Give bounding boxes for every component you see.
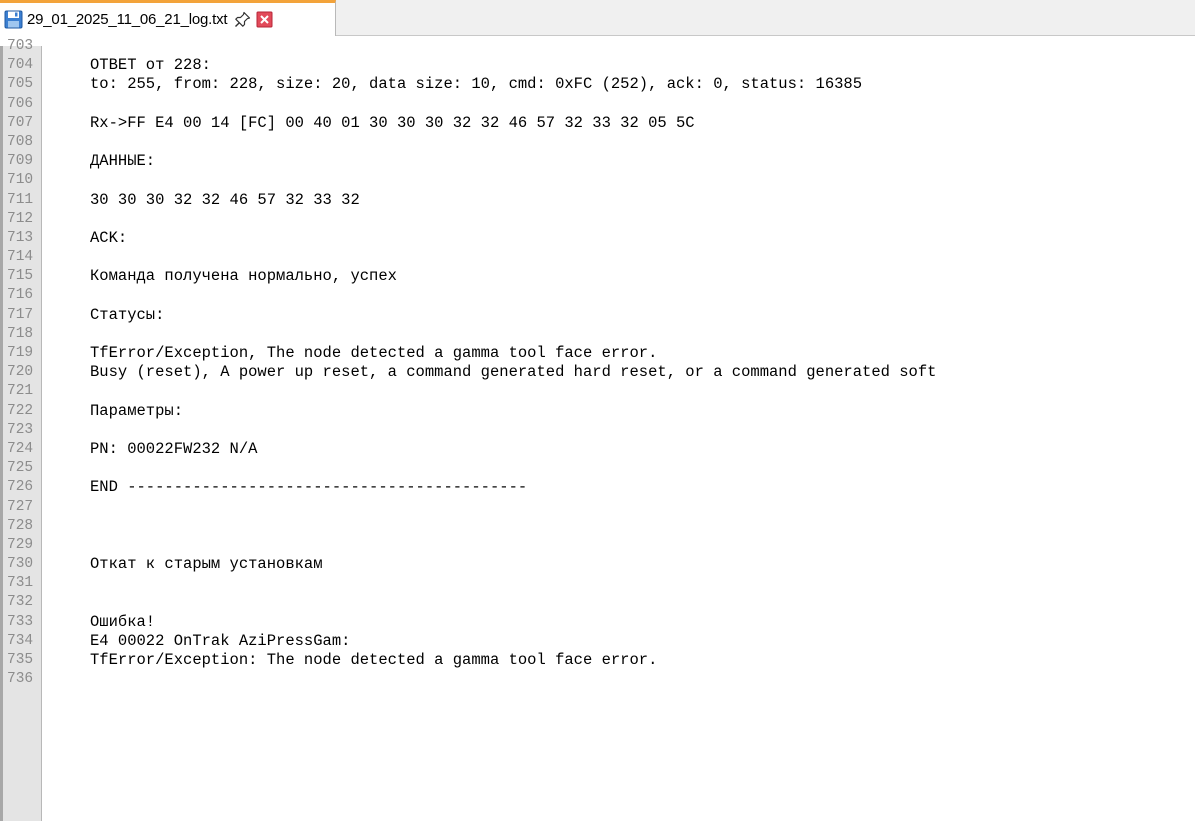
editor-line[interactable]: 714 bbox=[0, 248, 1195, 267]
line-number: 710 bbox=[7, 172, 34, 189]
line-number: 736 bbox=[7, 671, 34, 688]
editor-line[interactable]: 719 TfError/Exception, The node detected … bbox=[0, 344, 1195, 363]
editor-line[interactable]: 704 ОТВЕТ от 228: bbox=[0, 56, 1195, 75]
line-number: 723 bbox=[7, 421, 34, 438]
editor-line[interactable]: 715 Команда получена нормально, успех bbox=[0, 267, 1195, 286]
line-number: 731 bbox=[7, 575, 34, 592]
line-text[interactable]: ACK: bbox=[90, 229, 127, 248]
editor-line[interactable]: 706 bbox=[0, 95, 1195, 114]
editor-line[interactable]: 716 bbox=[0, 286, 1195, 305]
line-text[interactable]: PN: 00022FW232 N/A bbox=[90, 440, 257, 459]
editor-line[interactable]: 727 bbox=[0, 498, 1195, 517]
line-number: 707 bbox=[7, 114, 34, 131]
line-number: 703 bbox=[7, 38, 34, 54]
editor-line[interactable]: 717 Статусы: bbox=[0, 306, 1195, 325]
editor-lines[interactable]: 703 704 ОТВЕТ от 228: 705 to: 255, from: 228… bbox=[0, 37, 1195, 689]
line-text[interactable]: Rx->FF E4 00 14 [FC] 00 40 01 30 30 30 3… bbox=[90, 114, 695, 133]
editor-line[interactable]: 723 bbox=[0, 421, 1195, 440]
file-tab[interactable]: 29_01_2025_11_06_21_log.txt bbox=[0, 0, 336, 36]
line-number: 711 bbox=[7, 191, 34, 208]
line-text[interactable]: TfError/Exception: The node detected a g… bbox=[90, 651, 657, 670]
save-icon bbox=[4, 10, 23, 29]
line-number: 726 bbox=[7, 479, 34, 496]
line-number: 730 bbox=[7, 556, 34, 573]
line-number: 733 bbox=[7, 613, 34, 630]
editor-line[interactable]: 713 ACK: bbox=[0, 229, 1195, 248]
line-number: 725 bbox=[7, 460, 34, 477]
editor-line[interactable]: 708 bbox=[0, 133, 1195, 152]
line-number: 715 bbox=[7, 268, 34, 285]
line-text[interactable]: END ------------------------------------… bbox=[90, 478, 527, 497]
editor-line[interactable]: 733 Ошибка! bbox=[0, 613, 1195, 632]
editor-line[interactable]: 724 PN: 00022FW232 N/A bbox=[0, 440, 1195, 459]
line-number: 716 bbox=[7, 287, 34, 304]
line-text[interactable]: Ошибка! bbox=[90, 613, 155, 632]
line-number: 729 bbox=[7, 536, 34, 553]
line-number: 732 bbox=[7, 594, 34, 611]
line-number: 721 bbox=[7, 383, 34, 400]
line-number: 714 bbox=[7, 249, 34, 266]
line-number: 712 bbox=[7, 210, 34, 227]
editor-line[interactable]: 710 bbox=[0, 171, 1195, 190]
line-number: 705 bbox=[7, 76, 34, 93]
line-text[interactable]: E4 00022 OnTrak AziPressGam: bbox=[90, 632, 350, 651]
line-number: 728 bbox=[7, 517, 34, 534]
line-number: 722 bbox=[7, 402, 34, 419]
line-text[interactable]: Откат к старым установкам bbox=[90, 555, 323, 574]
tab-title: 29_01_2025_11_06_21_log.txt bbox=[27, 11, 228, 28]
line-number: 717 bbox=[7, 306, 34, 323]
line-number: 727 bbox=[7, 498, 34, 515]
text-editor[interactable]: 703 704 ОТВЕТ от 228: 705 to: 255, from: 228… bbox=[0, 38, 1195, 821]
line-text[interactable]: Параметры: bbox=[90, 402, 183, 421]
line-number: 718 bbox=[7, 325, 34, 342]
editor-line[interactable]: 720 Busy (reset), A power up reset, a com… bbox=[0, 363, 1195, 382]
editor-line[interactable]: 731 bbox=[0, 574, 1195, 593]
line-number: 706 bbox=[7, 95, 34, 112]
editor-line[interactable]: 726 END ---------------------------------… bbox=[0, 478, 1195, 497]
line-text[interactable]: 30 30 30 32 32 46 57 32 33 32 bbox=[90, 191, 360, 210]
tab-bar: 29_01_2025_11_06_21_log.txt bbox=[0, 0, 1195, 36]
editor-line[interactable]: 735 TfError/Exception: The node detected … bbox=[0, 651, 1195, 670]
line-text[interactable]: Busy (reset), A power up reset, a comman… bbox=[90, 363, 936, 382]
line-text[interactable]: Команда получена нормально, успех bbox=[90, 267, 397, 286]
editor-line[interactable]: 725 bbox=[0, 459, 1195, 478]
editor-line[interactable]: 721 bbox=[0, 382, 1195, 401]
editor-line[interactable]: 732 bbox=[0, 593, 1195, 612]
line-number: 704 bbox=[7, 57, 34, 74]
editor-line[interactable]: 736 bbox=[0, 670, 1195, 689]
line-text[interactable]: to: 255, from: 228, size: 20, data size:… bbox=[90, 75, 862, 94]
line-text[interactable]: TfError/Exception, The node detected a g… bbox=[90, 344, 657, 363]
editor-line[interactable]: 728 bbox=[0, 517, 1195, 536]
editor-line[interactable]: 703 bbox=[0, 37, 1195, 56]
line-number: 734 bbox=[7, 632, 34, 649]
line-number: 713 bbox=[7, 229, 34, 246]
close-icon[interactable] bbox=[256, 11, 273, 28]
pin-icon[interactable] bbox=[234, 11, 251, 28]
editor-line[interactable]: 734 E4 00022 OnTrak AziPressGam: bbox=[0, 632, 1195, 651]
line-number: 735 bbox=[7, 652, 34, 668]
line-number: 709 bbox=[7, 153, 34, 170]
line-text[interactable]: Статусы: bbox=[90, 306, 164, 325]
line-number: 719 bbox=[7, 345, 34, 361]
line-number: 724 bbox=[7, 440, 34, 457]
editor-line[interactable]: 730 Откат к старым установкам bbox=[0, 555, 1195, 574]
editor-line[interactable]: 707 Rx->FF E4 00 14 [FC] 00 40 01 30 30 3… bbox=[0, 114, 1195, 133]
editor-line[interactable]: 722 Параметры: bbox=[0, 402, 1195, 421]
editor-line[interactable]: 712 bbox=[0, 210, 1195, 229]
line-number: 708 bbox=[7, 133, 34, 150]
line-text[interactable]: ОТВЕТ от 228: bbox=[90, 56, 211, 75]
editor-line[interactable]: 718 bbox=[0, 325, 1195, 344]
editor-line[interactable]: 705 to: 255, from: 228, size: 20, data si… bbox=[0, 75, 1195, 94]
editor-line[interactable]: 729 bbox=[0, 536, 1195, 555]
editor-line[interactable]: 709 ДАННЫЕ: bbox=[0, 152, 1195, 171]
editor-line[interactable]: 711 30 30 30 32 32 46 57 32 33 32 bbox=[0, 191, 1195, 210]
notepad-window: 29_01_2025_11_06_21_log.txt 703 704 ОТВЕТ … bbox=[0, 0, 1195, 821]
line-text[interactable]: ДАННЫЕ: bbox=[90, 152, 155, 171]
line-number: 720 bbox=[7, 364, 34, 381]
